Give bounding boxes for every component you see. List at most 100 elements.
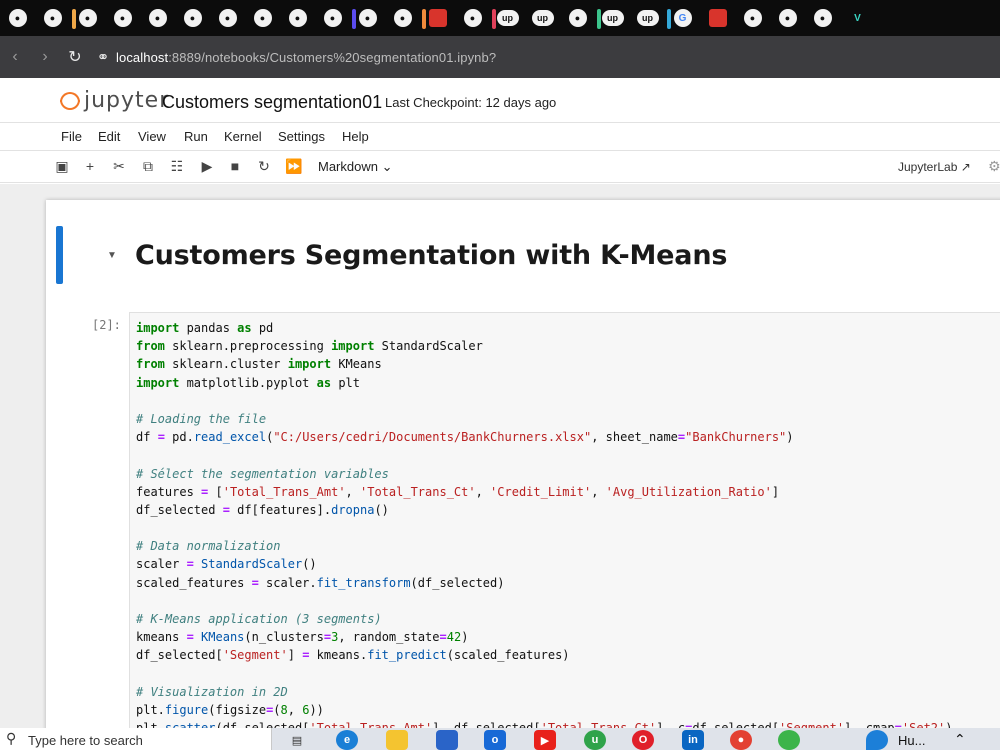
- browser-tab[interactable]: ●: [735, 4, 770, 32]
- github-icon: ●: [148, 9, 167, 27]
- cell-type-select[interactable]: Markdown ⌄: [318, 159, 393, 175]
- browser-tab[interactable]: up: [490, 4, 525, 32]
- menu-settings[interactable]: Settings: [278, 129, 325, 144]
- menu-run[interactable]: Run: [184, 129, 208, 144]
- tab-group-accent: [667, 9, 671, 29]
- fast-forward-icon[interactable]: ⏩: [285, 158, 303, 175]
- menu-help[interactable]: Help: [342, 129, 369, 144]
- browser-tab[interactable]: ●: [245, 4, 280, 32]
- url-host: localhost: [116, 49, 169, 65]
- jupyter-logo[interactable]: jupyter: [60, 88, 169, 113]
- browser-tab[interactable]: V: [840, 4, 875, 32]
- browser-tab[interactable]: ●: [210, 4, 245, 32]
- chrome-icon[interactable]: ●: [730, 730, 752, 750]
- weather-label: Hu...: [898, 733, 926, 748]
- browser-tab[interactable]: ●: [280, 4, 315, 32]
- checkpoint-status: Last Checkpoint: 12 days ago: [385, 95, 557, 110]
- browser-tab[interactable]: up: [630, 4, 665, 32]
- run-icon[interactable]: ▶: [198, 158, 216, 175]
- store-icon[interactable]: [436, 730, 458, 750]
- browser-tab[interactable]: up: [525, 4, 560, 32]
- app-circle-icon[interactable]: [778, 730, 800, 750]
- opera-icon[interactable]: O: [632, 730, 654, 750]
- browser-tab[interactable]: G: [665, 4, 700, 32]
- external-link-icon: ↗: [960, 160, 971, 174]
- youtube-icon[interactable]: ▶: [534, 730, 556, 750]
- browser-tab[interactable]: ●: [385, 4, 420, 32]
- reload-icon[interactable]: ↻: [60, 47, 90, 67]
- add-cell-icon[interactable]: +: [81, 158, 99, 174]
- github-icon: ●: [393, 9, 412, 27]
- site-info-icon[interactable]: ⚭: [90, 48, 116, 66]
- github-icon: ●: [813, 9, 832, 27]
- browser-tab[interactable]: ●: [0, 4, 35, 32]
- menu-edit[interactable]: Edit: [98, 129, 120, 144]
- cell-type-value: Markdown: [318, 159, 378, 174]
- jupyterlab-link[interactable]: JupyterLab ↗: [898, 160, 971, 174]
- jupyterlab-label: JupyterLab: [898, 160, 958, 174]
- browser-tab[interactable]: ●: [455, 4, 490, 32]
- upwork-icon: up: [531, 10, 554, 26]
- browser-tab[interactable]: up: [595, 4, 630, 32]
- browser-tab[interactable]: ●: [560, 4, 595, 32]
- code-line: scaler = StandardScaler(): [136, 557, 317, 572]
- forward-icon[interactable]: ›: [30, 48, 60, 66]
- linkedin-icon[interactable]: in: [682, 730, 704, 750]
- code-cell[interactable]: import pandas as pd from sklearn.preproce…: [129, 312, 1000, 728]
- upwork-icon: up: [601, 10, 624, 26]
- browser-tab[interactable]: ●: [140, 4, 175, 32]
- search-placeholder: Type here to search: [28, 733, 143, 748]
- jupyter-logo-icon: [60, 90, 80, 112]
- browser-tab[interactable]: [700, 4, 735, 32]
- tab-group-accent: [422, 9, 426, 29]
- browser-tab[interactable]: ●: [105, 4, 140, 32]
- browser-tab[interactable]: ●: [805, 4, 840, 32]
- gear-icon[interactable]: ⚙: [988, 158, 1000, 175]
- cut-icon[interactable]: ✂: [110, 158, 128, 175]
- save-icon[interactable]: ▣: [53, 158, 71, 175]
- address-bar: ‹ › ↻ ⚭ localhost:8889/notebooks/Custome…: [0, 36, 1000, 78]
- code-line: df_selected['Segment'] = kmeans.fit_pred…: [136, 648, 570, 663]
- edge-icon[interactable]: e: [336, 730, 358, 750]
- browser-tab[interactable]: ●: [35, 4, 70, 32]
- task-view-icon[interactable]: ▤: [286, 730, 308, 750]
- restart-icon[interactable]: ↻: [255, 158, 273, 175]
- browser-tab[interactable]: [420, 4, 455, 32]
- github-icon: ●: [183, 9, 202, 27]
- jupyter-header: jupyter Customers segmentation01 Last Ch…: [0, 80, 1000, 122]
- github-icon: ●: [288, 9, 307, 27]
- notebook-area: ▼ Customers Segmentation with K-Means [2…: [0, 184, 1000, 728]
- copy-icon[interactable]: ⧉: [139, 158, 157, 175]
- menu-file[interactable]: File: [61, 129, 82, 144]
- notebook-title[interactable]: Customers segmentation01: [162, 92, 382, 113]
- github-icon: ●: [743, 9, 762, 27]
- weather-icon[interactable]: [866, 730, 888, 750]
- taskbar-search[interactable]: ⚲ Type here to search: [0, 728, 272, 750]
- code-line: import pandas as pd: [136, 321, 274, 335]
- cell-collapser[interactable]: [56, 226, 63, 284]
- file-explorer-icon[interactable]: [386, 730, 408, 750]
- jupyter-logo-text: jupyter: [84, 88, 170, 113]
- paste-icon[interactable]: ☷: [168, 158, 186, 175]
- code-line: # K-Means application (3 segments): [136, 612, 382, 626]
- collapse-heading-icon[interactable]: ▼: [107, 250, 117, 261]
- chevron-up-icon[interactable]: ⌃: [954, 731, 966, 748]
- browser-tab[interactable]: ●: [315, 4, 350, 32]
- code-line: plt.scatter(df_selected['Total_Trans_Amt…: [136, 719, 1000, 728]
- code-line: import matplotlib.pyplot as plt: [136, 375, 360, 390]
- outlook-icon[interactable]: o: [484, 730, 506, 750]
- browser-tab[interactable]: ●: [70, 4, 105, 32]
- browser-tab[interactable]: ●: [770, 4, 805, 32]
- code-line: from sklearn.preprocessing import Standa…: [136, 339, 483, 354]
- menu-kernel[interactable]: Kernel: [224, 129, 262, 144]
- stop-icon[interactable]: ■: [226, 158, 244, 174]
- url-path: :8889/notebooks/Customers%20segmentation…: [168, 49, 497, 65]
- menu-view[interactable]: View: [138, 129, 166, 144]
- url-field[interactable]: localhost:8889/notebooks/Customers%20seg…: [116, 50, 496, 65]
- browser-tab[interactable]: ●: [350, 4, 385, 32]
- back-icon[interactable]: ‹: [0, 48, 30, 66]
- utorrent-icon[interactable]: u: [584, 730, 606, 750]
- browser-tab[interactable]: ●: [175, 4, 210, 32]
